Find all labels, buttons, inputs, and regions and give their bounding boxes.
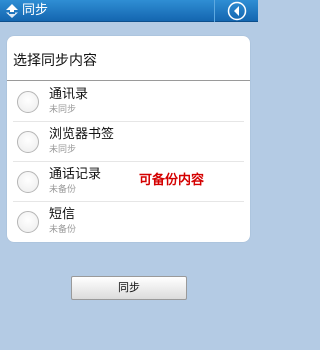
item-status: 未同步: [49, 105, 77, 115]
item-label: 通讯录: [49, 87, 89, 102]
item-label: 浏览器书签: [49, 127, 115, 142]
sms-radio[interactable]: [17, 211, 39, 233]
sync-button[interactable]: 同步: [71, 276, 187, 300]
backup-annotation: 可备份内容: [139, 173, 205, 188]
divider: [7, 80, 250, 81]
list-item-sms[interactable]: 短信 未备份: [7, 202, 250, 242]
item-label: 通话记录: [49, 167, 102, 182]
list-item-bookmarks[interactable]: 浏览器书签 未同步: [7, 122, 250, 162]
bookmarks-radio[interactable]: [17, 131, 39, 153]
list-item-contacts[interactable]: 通讯录 未同步: [7, 82, 250, 122]
sync-content-panel: 选择同步内容 通讯录 未同步 浏览器书签 未同步 通话记录 未备份 短信 未备份: [7, 36, 250, 242]
window-title: 同步: [22, 3, 49, 18]
panel-title: 选择同步内容: [13, 53, 97, 69]
list-item-call-log[interactable]: 通话记录 未备份: [7, 162, 250, 202]
contacts-radio[interactable]: [17, 91, 39, 113]
item-status: 未同步: [49, 145, 77, 155]
item-status: 未备份: [49, 185, 77, 195]
back-arrow-icon: [227, 1, 247, 21]
back-button[interactable]: [214, 0, 258, 22]
call-log-radio[interactable]: [17, 171, 39, 193]
title-bar: 同步: [0, 0, 258, 22]
sync-app-icon: [4, 3, 20, 19]
item-status: 未备份: [49, 225, 77, 235]
item-label: 短信: [49, 207, 76, 222]
